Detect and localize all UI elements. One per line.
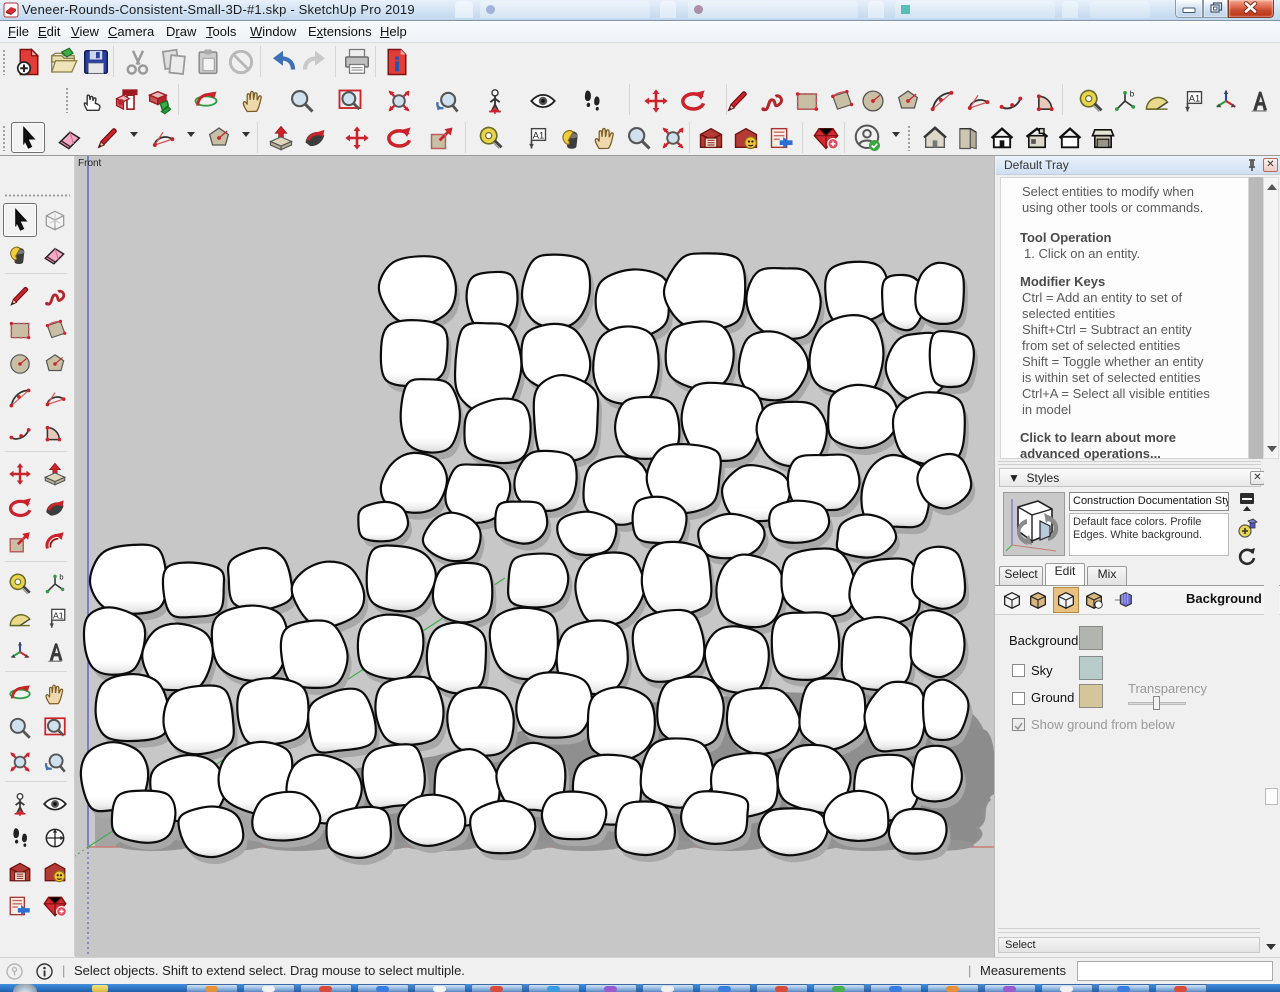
svg-text:A1: A1 — [53, 611, 64, 621]
svg-text:b: b — [1130, 89, 1135, 98]
svg-text:A1: A1 — [1189, 94, 1200, 104]
svg-text:b: b — [59, 573, 63, 582]
svg-text:A1: A1 — [533, 131, 544, 141]
